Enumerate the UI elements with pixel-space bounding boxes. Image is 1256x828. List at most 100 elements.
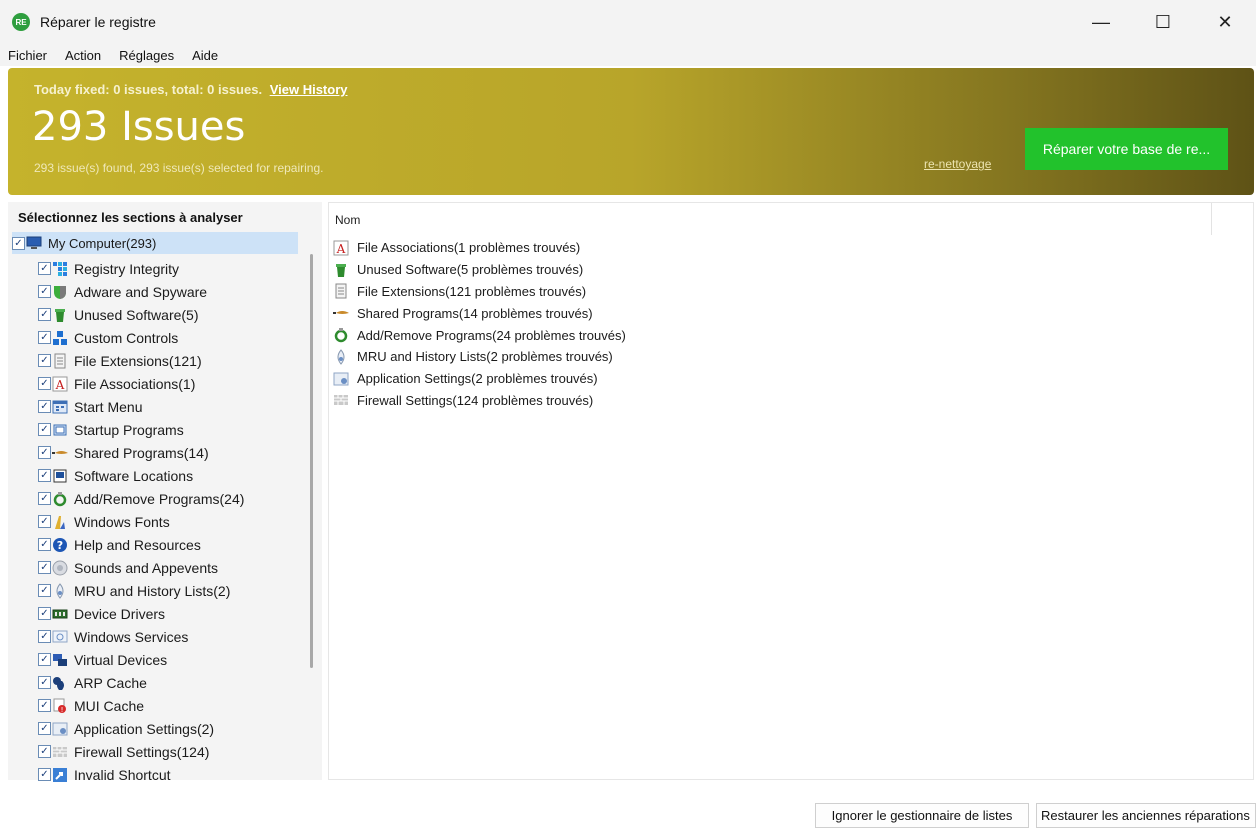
software-locations-icon <box>52 468 68 484</box>
close-button[interactable]: ✕ <box>1194 0 1256 44</box>
checkbox[interactable]: ✓ <box>38 446 51 459</box>
tree-item[interactable]: ✓ Registry Integrity <box>38 257 179 280</box>
window-title: Réparer le registre <box>40 14 156 30</box>
tree-item[interactable]: ✓ A File Associations(1) <box>38 372 195 395</box>
minimize-button[interactable]: — <box>1070 0 1132 44</box>
app-logo-icon: RE <box>12 13 30 31</box>
checkbox[interactable]: ✓ <box>38 308 51 321</box>
result-item-label: File Extensions(121 problèmes trouvés) <box>357 283 587 299</box>
result-item[interactable]: A File Associations(1 problèmes trouvés) <box>333 237 626 259</box>
checkbox[interactable]: ✓ <box>38 630 51 643</box>
column-header-nom[interactable]: Nom <box>335 213 360 227</box>
checkbox[interactable]: ✓ <box>38 515 51 528</box>
checkbox[interactable]: ✓ <box>38 538 51 551</box>
maximize-button[interactable]: ☐ <box>1132 0 1194 44</box>
result-item[interactable]: MRU and History Lists(2 problèmes trouvé… <box>333 346 626 368</box>
checkbox[interactable]: ✓ <box>38 377 51 390</box>
menu-fichier[interactable]: Fichier <box>8 48 47 63</box>
tree-item[interactable]: ✓ Device Drivers <box>38 602 165 625</box>
shortcut-icon <box>52 767 68 783</box>
checkbox[interactable]: ✓ <box>38 745 51 758</box>
checkbox[interactable]: ✓ <box>38 768 51 781</box>
tree-item[interactable]: ✓ ARP Cache <box>38 671 147 694</box>
tree-item[interactable]: ✓ Windows Fonts <box>38 510 170 533</box>
result-item[interactable]: Unused Software(5 problèmes trouvés) <box>333 259 626 281</box>
result-item[interactable]: Application Settings(2 problèmes trouvés… <box>333 368 626 390</box>
tree-item[interactable]: ✓ Shared Programs(14) <box>38 441 209 464</box>
result-item-label: File Associations(1 problèmes trouvés) <box>357 240 581 256</box>
tree-item-label: Custom Controls <box>74 329 179 346</box>
trash-bin-icon <box>333 262 349 278</box>
app-settings-icon <box>333 371 349 387</box>
view-history-link[interactable]: View History <box>270 82 348 97</box>
issues-count-title: 293 Issues <box>32 104 246 150</box>
tree-item[interactable]: ✓ Add/Remove Programs(24) <box>38 487 244 510</box>
tree-item[interactable]: ✓ Firewall Settings(124) <box>38 740 209 763</box>
tree-item[interactable]: ✓? Help and Resources <box>38 533 201 556</box>
result-item[interactable]: Shared Programs(14 problèmes trouvés) <box>333 302 626 324</box>
menu-bar: Fichier Action Réglages Aide <box>0 44 1256 66</box>
checkbox[interactable]: ✓ <box>38 653 51 666</box>
shared-programs-icon <box>52 445 68 461</box>
checkbox[interactable]: ✓ <box>38 722 51 735</box>
checkbox[interactable]: ✓ <box>38 400 51 413</box>
file-extension-icon <box>52 353 68 369</box>
restore-repairs-button[interactable]: Restaurer les anciennes réparations <box>1036 803 1256 828</box>
result-item[interactable]: Firewall Settings(124 problèmes trouvés) <box>333 390 626 412</box>
adware-shield-icon <box>52 284 68 300</box>
tree-root-my-computer[interactable]: ✓ My Computer(293) <box>12 232 298 254</box>
checkbox[interactable]: ✓ <box>12 236 25 250</box>
checkbox[interactable]: ✓ <box>38 561 51 574</box>
tree-item[interactable]: ✓ Application Settings(2) <box>38 717 214 740</box>
windows-services-icon <box>52 629 68 645</box>
tree-item[interactable]: ✓ Startup Programs <box>38 418 184 441</box>
tree-item[interactable]: ✓ Adware and Spyware <box>38 280 207 303</box>
window-controls: — ☐ ✕ <box>1070 0 1256 44</box>
tree-item[interactable]: ✓ Unused Software(5) <box>38 303 199 326</box>
ignore-list-manager-button[interactable]: Ignorer le gestionnaire de listes <box>815 803 1029 828</box>
recycle-icon <box>52 491 68 507</box>
trash-bin-icon <box>52 307 68 323</box>
checkbox[interactable]: ✓ <box>38 354 51 367</box>
checkbox[interactable]: ✓ <box>38 492 51 505</box>
today-summary: Today fixed: 0 issues, total: 0 issues. … <box>34 82 347 97</box>
checkbox[interactable]: ✓ <box>38 584 51 597</box>
menu-action[interactable]: Action <box>65 48 101 63</box>
result-item[interactable]: File Extensions(121 problèmes trouvés) <box>333 281 626 303</box>
tree-item-label: Start Menu <box>74 398 143 415</box>
checkbox[interactable]: ✓ <box>38 423 51 436</box>
result-item-label: Application Settings(2 problèmes trouvés… <box>357 371 598 387</box>
checkbox[interactable]: ✓ <box>38 285 51 298</box>
tree-item[interactable]: ✓ Software Locations <box>38 464 193 487</box>
tree-item-label: Virtual Devices <box>74 651 168 668</box>
checkbox[interactable]: ✓ <box>38 699 51 712</box>
checkbox[interactable]: ✓ <box>38 607 51 620</box>
menu-reglages[interactable]: Réglages <box>119 48 174 63</box>
tree-item[interactable]: ✓ Virtual Devices <box>38 648 167 671</box>
tree-item[interactable]: ✓ Sounds and Appevents <box>38 556 218 579</box>
tree-item[interactable]: ✓ Invalid Shortcut <box>38 763 171 786</box>
tree-item[interactable]: ✓! MUI Cache <box>38 694 144 717</box>
mui-cache-icon: ! <box>52 698 68 714</box>
tree-item-label: Shared Programs(14) <box>74 444 209 461</box>
sections-scrollbar[interactable] <box>310 254 313 668</box>
result-item-label: Add/Remove Programs(24 problèmes trouvés… <box>357 327 626 343</box>
re-nettoyage-link[interactable]: re-nettoyage <box>924 157 991 171</box>
column-divider[interactable] <box>1211 203 1212 235</box>
repair-registry-button[interactable]: Réparer votre base de re... <box>1025 128 1228 170</box>
checkbox[interactable]: ✓ <box>38 262 51 275</box>
checkbox[interactable]: ✓ <box>38 331 51 344</box>
tree-item-label: ARP Cache <box>74 674 147 691</box>
checkbox[interactable]: ✓ <box>38 676 51 689</box>
tree-item[interactable]: ✓ MRU and History Lists(2) <box>38 579 230 602</box>
file-association-icon: A <box>333 240 349 256</box>
tree-item[interactable]: ✓ Windows Services <box>38 625 188 648</box>
tree-item-label: Registry Integrity <box>74 260 180 277</box>
menu-aide[interactable]: Aide <box>192 48 218 63</box>
tree-item[interactable]: ✓ Start Menu <box>38 395 142 418</box>
tree-item-label: Device Drivers <box>74 605 166 622</box>
tree-item[interactable]: ✓ Custom Controls <box>38 326 178 349</box>
tree-item[interactable]: ✓ File Extensions(121) <box>38 349 202 372</box>
result-item[interactable]: Add/Remove Programs(24 problèmes trouvés… <box>333 324 626 346</box>
checkbox[interactable]: ✓ <box>38 469 51 482</box>
